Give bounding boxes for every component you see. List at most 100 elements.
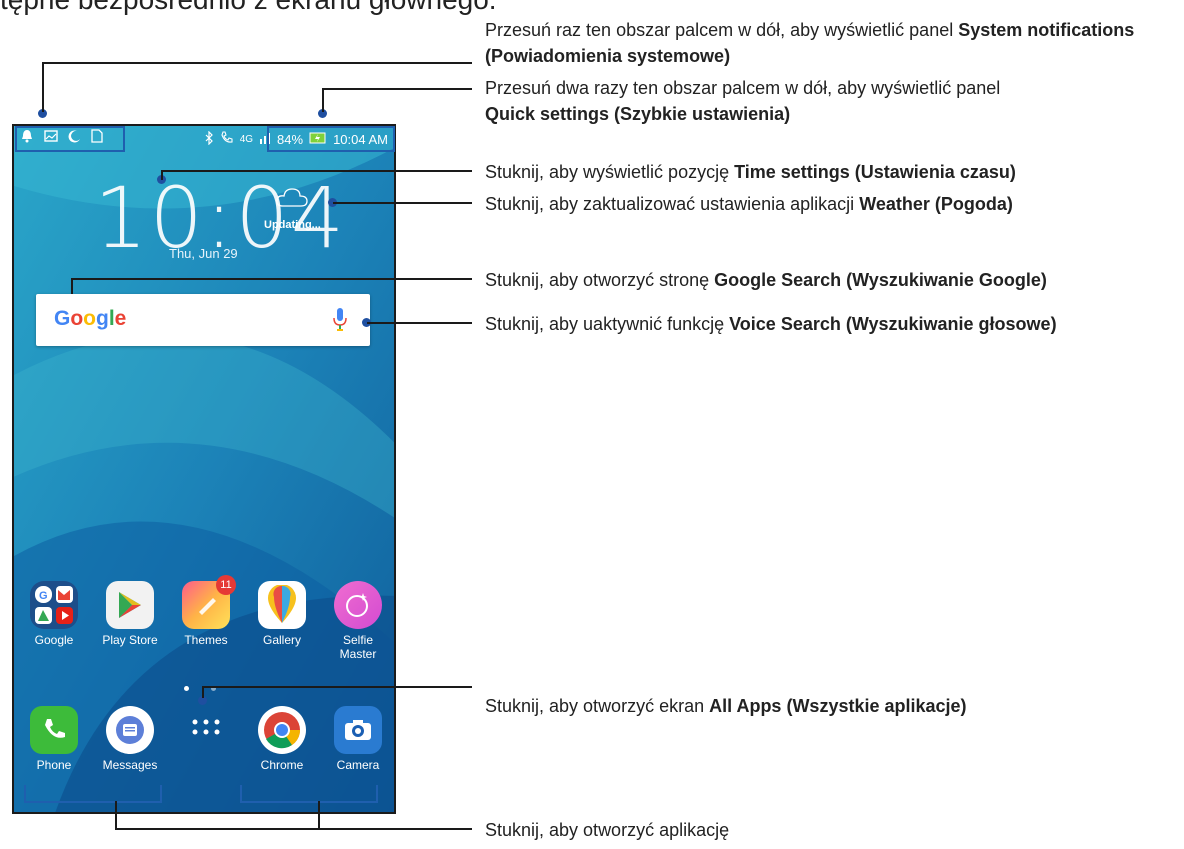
callout-time-text: Stuknij, aby wyświetlić pozycję (485, 162, 735, 182)
battery-icon (309, 132, 327, 147)
app-label: Chrome (260, 758, 304, 772)
quick-bracket-bottom (267, 150, 395, 152)
openapp-bracket-r2 (376, 785, 378, 803)
network-type: 4G (239, 134, 254, 145)
phone-icon (30, 706, 78, 754)
callout-allapps-bold: All Apps (Wszystkie aplikacje) (709, 696, 967, 716)
app-play-store[interactable]: Play Store (98, 581, 162, 661)
app-chrome[interactable]: Chrome (250, 706, 314, 772)
bell-icon (20, 129, 34, 146)
call-icon (220, 131, 234, 148)
callout-weather-bold: Weather (Pogoda) (859, 194, 1013, 214)
app-selfie-master[interactable]: Selfie Master (326, 581, 390, 661)
app-gallery[interactable]: Gallery (250, 581, 314, 661)
sim-card-icon (91, 129, 103, 146)
app-themes[interactable]: 11 Themes (174, 575, 238, 661)
callout-voice-text: Stuknij, aby uaktywnić funkcję (485, 314, 730, 334)
notification-badge: 11 (216, 575, 236, 595)
app-label: Themes (184, 633, 228, 647)
page-dot (184, 686, 189, 691)
voice-leader-h (367, 322, 472, 324)
openapp-leader-v1 (115, 801, 117, 829)
callout-quick-text: Przesuń dwa razy ten obszar palcem w dół… (485, 78, 1001, 98)
callout-notifications-text: Przesuń raz ten obszar palcem w dół, aby… (485, 20, 959, 40)
callout-open-app: Stuknij, aby otworzyć aplikację (485, 817, 1175, 843)
bluetooth-icon (204, 130, 214, 148)
callout-google: Stuknij, aby otworzyć stronę Google Sear… (485, 267, 1180, 293)
google-logo: Google (54, 307, 127, 330)
gallery-icon (258, 581, 306, 629)
callout-google-text: Stuknij, aby otworzyć stronę (485, 270, 715, 290)
home-apps-row: G Google Play Store 11 Themes Gallery Se… (22, 575, 390, 661)
weather-widget[interactable]: Updating... (264, 186, 321, 231)
quick-leader-h (322, 88, 472, 90)
app-label: Google (34, 633, 74, 647)
themes-icon: 11 (182, 575, 236, 629)
app-label: Gallery (262, 633, 301, 647)
status-time: 10:04 AM (333, 132, 388, 147)
google-search-bar[interactable]: Google (36, 294, 370, 346)
app-messages[interactable]: Messages (98, 706, 162, 772)
callout-weather-text: Stuknij, aby zaktualizować ustawienia ap… (485, 194, 860, 214)
callout-allapps-text: Stuknij, aby otworzyć ekran (485, 696, 710, 716)
google-leader-v (71, 278, 73, 294)
selfie-master-icon (334, 581, 382, 629)
weather-status: Updating... (264, 219, 321, 231)
notifications-bracket-bottom (15, 150, 125, 152)
play-store-icon (106, 581, 154, 629)
app-camera[interactable]: Camera (326, 706, 390, 772)
phone-screen: 4G 84% 10:04 AM 10:04 Thu, Jun 29 Updati… (12, 124, 396, 814)
openapp-bracket-b1 (24, 801, 162, 803)
callout-time: Stuknij, aby wyświetlić pozycję Time set… (485, 159, 1175, 185)
gallery-notification-icon (44, 130, 58, 145)
callout-all-apps: Stuknij, aby otworzyć ekran All Apps (Ws… (485, 693, 1175, 719)
chrome-icon (258, 706, 306, 754)
notifications-leader-h (42, 62, 472, 64)
messages-icon (106, 706, 154, 754)
app-label: Play Store (102, 633, 158, 647)
app-label-line1: Selfie (342, 633, 374, 647)
app-all-apps[interactable] (174, 706, 238, 772)
openapp-bracket-r1 (160, 785, 162, 803)
callout-quick-settings: Przesuń dwa razy ten obszar palcem w dół… (485, 75, 1175, 127)
app-phone[interactable]: Phone (22, 706, 86, 772)
time-leader-h (161, 170, 472, 172)
notifications-bracket-right (123, 126, 125, 152)
notifications-bracket-top (15, 126, 125, 128)
dock-apps-row: Phone Messages Chrome Camera (22, 706, 390, 772)
app-label-line2: Master (339, 647, 377, 661)
weather-leader-h (333, 202, 472, 204)
openapp-leader-h (115, 828, 472, 830)
page-partial-heading: tępne bezpośrednio z ekranu głównego. (0, 0, 497, 16)
voice-search-mic-icon[interactable] (332, 307, 348, 338)
app-google[interactable]: G Google (22, 581, 86, 661)
notification-icons (20, 129, 103, 146)
callout-notifications: Przesuń raz ten obszar palcem w dół, aby… (485, 17, 1175, 69)
moon-icon (68, 129, 81, 146)
notifications-bracket-left (15, 126, 17, 152)
app-label: Camera (336, 758, 380, 772)
notifications-leader-v (42, 62, 44, 112)
callout-time-bold: Time settings (Ustawienia czasu) (734, 162, 1016, 182)
cloud-icon (275, 188, 309, 212)
app-label: Messages (102, 758, 158, 772)
callout-google-bold: Google Search (Wyszukiwanie Google) (714, 270, 1047, 290)
svg-text:G: G (39, 590, 48, 602)
openapp-bracket-b2 (240, 801, 378, 803)
quick-bracket-right (393, 126, 395, 152)
google-leader-h (71, 278, 472, 280)
quick-leader-v (322, 88, 324, 112)
callout-quick-bold: Quick settings (Szybkie ustawienia) (485, 104, 791, 124)
callout-openapp-text: Stuknij, aby otworzyć aplikację (485, 820, 730, 840)
quick-bracket-top (267, 126, 395, 128)
battery-percent: 84% (277, 132, 304, 147)
google-folder-icon: G (30, 581, 78, 629)
callout-voice-bold: Voice Search (Wyszukiwanie głosowe) (729, 314, 1057, 334)
app-label: Phone (36, 758, 72, 772)
all-apps-icon (182, 706, 230, 754)
callout-voice: Stuknij, aby uaktywnić funkcję Voice Sea… (485, 311, 1125, 337)
quick-bracket-left (267, 126, 269, 152)
clock-date: Thu, Jun 29 (169, 246, 238, 261)
signal-icon (259, 132, 271, 147)
camera-icon (334, 706, 382, 754)
